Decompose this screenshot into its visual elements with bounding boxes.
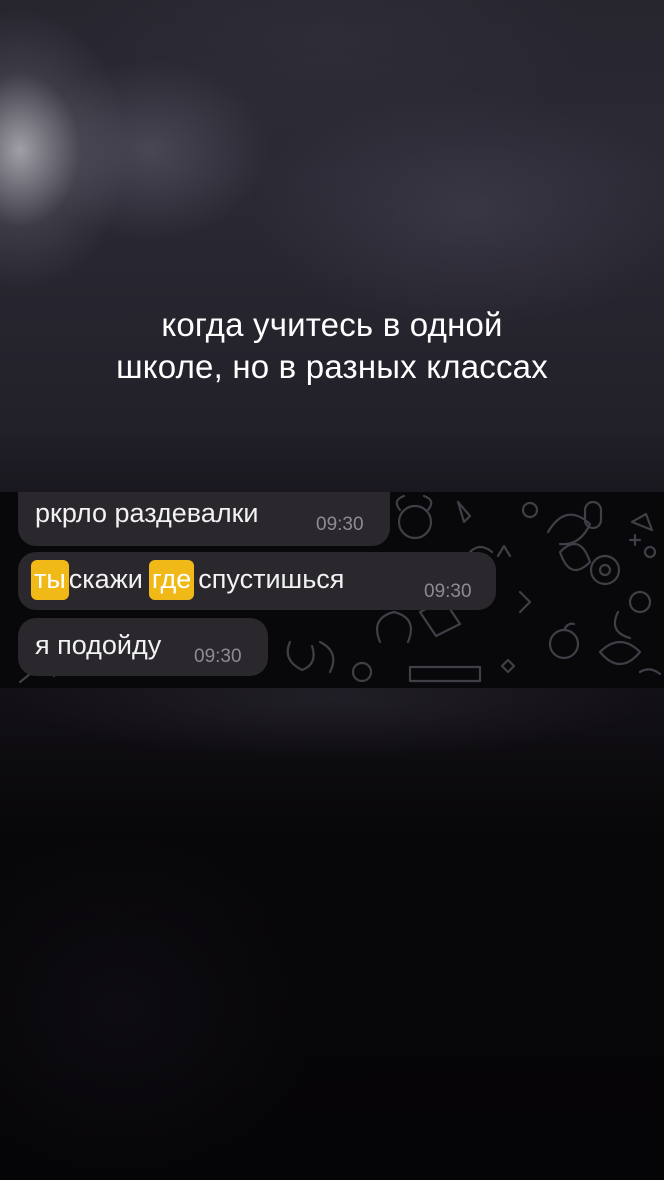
blurred-background-top (0, 0, 664, 492)
caption-line-2: школе, но в разных классах (116, 348, 548, 385)
message-bubble[interactable]: ркрло раздевалки 09:30 (18, 492, 390, 546)
message-text: я подойду (35, 630, 162, 660)
message-word: спустишься (198, 564, 345, 594)
video-frame: когда учитесь в одной школе, но в разных… (0, 0, 664, 1180)
message-timestamp: 09:30 (194, 646, 242, 667)
caption-line-1: когда учитесь в одной (161, 306, 503, 343)
message-bubble[interactable]: ты скажи где спустишься 09:30 (18, 552, 496, 610)
message-text: ркрло раздевалки (35, 498, 259, 528)
message-text: ты скажи где спустишься (31, 560, 345, 600)
message-bubble[interactable]: я подойду 09:30 (18, 618, 268, 676)
chat-screenshot: ркрло раздевалки 09:30 ты скажи где спустиш… (0, 492, 664, 688)
caption-overlay: когда учитесь в одной школе, но в разных… (40, 304, 624, 388)
message-timestamp: 09:30 (424, 581, 472, 602)
highlighted-word: ты (31, 560, 69, 600)
highlighted-word: где (148, 560, 195, 600)
message-timestamp: 09:30 (316, 514, 364, 535)
blurred-background-bottom (0, 688, 664, 1180)
message-word: скажи (68, 564, 143, 594)
